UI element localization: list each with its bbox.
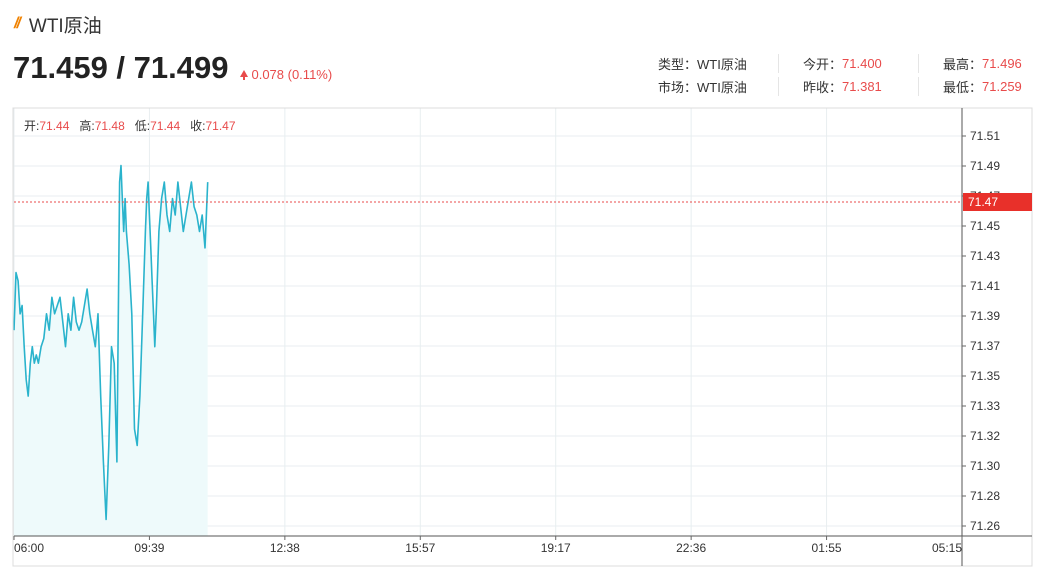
y-tick-label: 71.43 [970,249,1000,263]
y-axis-ticks: 71.51 71.49 71.47 71.45 71.43 71.41 71.39 71.37… [962,129,1000,533]
y-tick-label: 71.28 [970,489,1000,503]
y-tick-label: 71.30 [970,459,1000,473]
y-tick-label: 71.51 [970,129,1000,143]
y-tick-label: 71.26 [970,519,1000,533]
ohlc-open-value: 71.44 [39,119,70,133]
price-chart[interactable]: 71.51 71.49 71.47 71.45 71.43 71.41 71.39 71.37… [0,0,1046,577]
y-tick-label: 71.37 [970,339,1000,353]
y-tick-label: 71.39 [970,309,1000,323]
y-tick-label: 71.35 [970,369,1000,383]
y-tick-label: 71.45 [970,219,1000,233]
ohlc-high: 高:71.48 [79,117,124,134]
ohlc-readout: 开:71.44 高:71.48 低:71.44 收:71.47 [24,117,236,134]
chart-area[interactable]: 71.51 71.49 71.47 71.45 71.43 71.41 71.39 71.37… [0,0,1046,577]
ohlc-high-label: 高: [79,119,95,133]
ohlc-low-value: 71.44 [150,119,181,133]
ohlc-close-label: 收: [190,119,206,133]
x-axis-ticks: 06:00 09:39 12:38 15:57 19:17 22:36 01:55 05:15 [13,536,963,555]
x-tick-label: 15:57 [405,541,435,555]
x-tick-label: 06:00 [14,541,44,555]
ohlc-open-label: 开: [24,119,40,133]
ohlc-open: 开:71.44 [24,117,69,134]
ohlc-close: 收:71.47 [190,117,235,134]
x-tick-label: 05:15 [932,541,962,555]
ohlc-low: 低:71.44 [135,117,180,134]
y-tick-label: 71.49 [970,159,1000,173]
ohlc-high-value: 71.48 [94,119,125,133]
y-tick-label: 71.41 [970,279,1000,293]
current-price-label: 71.47 [968,195,998,209]
x-tick-label: 12:38 [270,541,300,555]
ohlc-close-value: 71.47 [205,119,236,133]
x-tick-label: 01:55 [812,541,842,555]
x-tick-label: 09:39 [134,541,164,555]
x-tick-label: 19:17 [541,541,571,555]
x-tick-label: 22:36 [676,541,706,555]
y-tick-label: 71.32 [970,429,1000,443]
y-tick-label: 71.33 [970,399,1000,413]
ohlc-low-label: 低: [134,119,151,133]
